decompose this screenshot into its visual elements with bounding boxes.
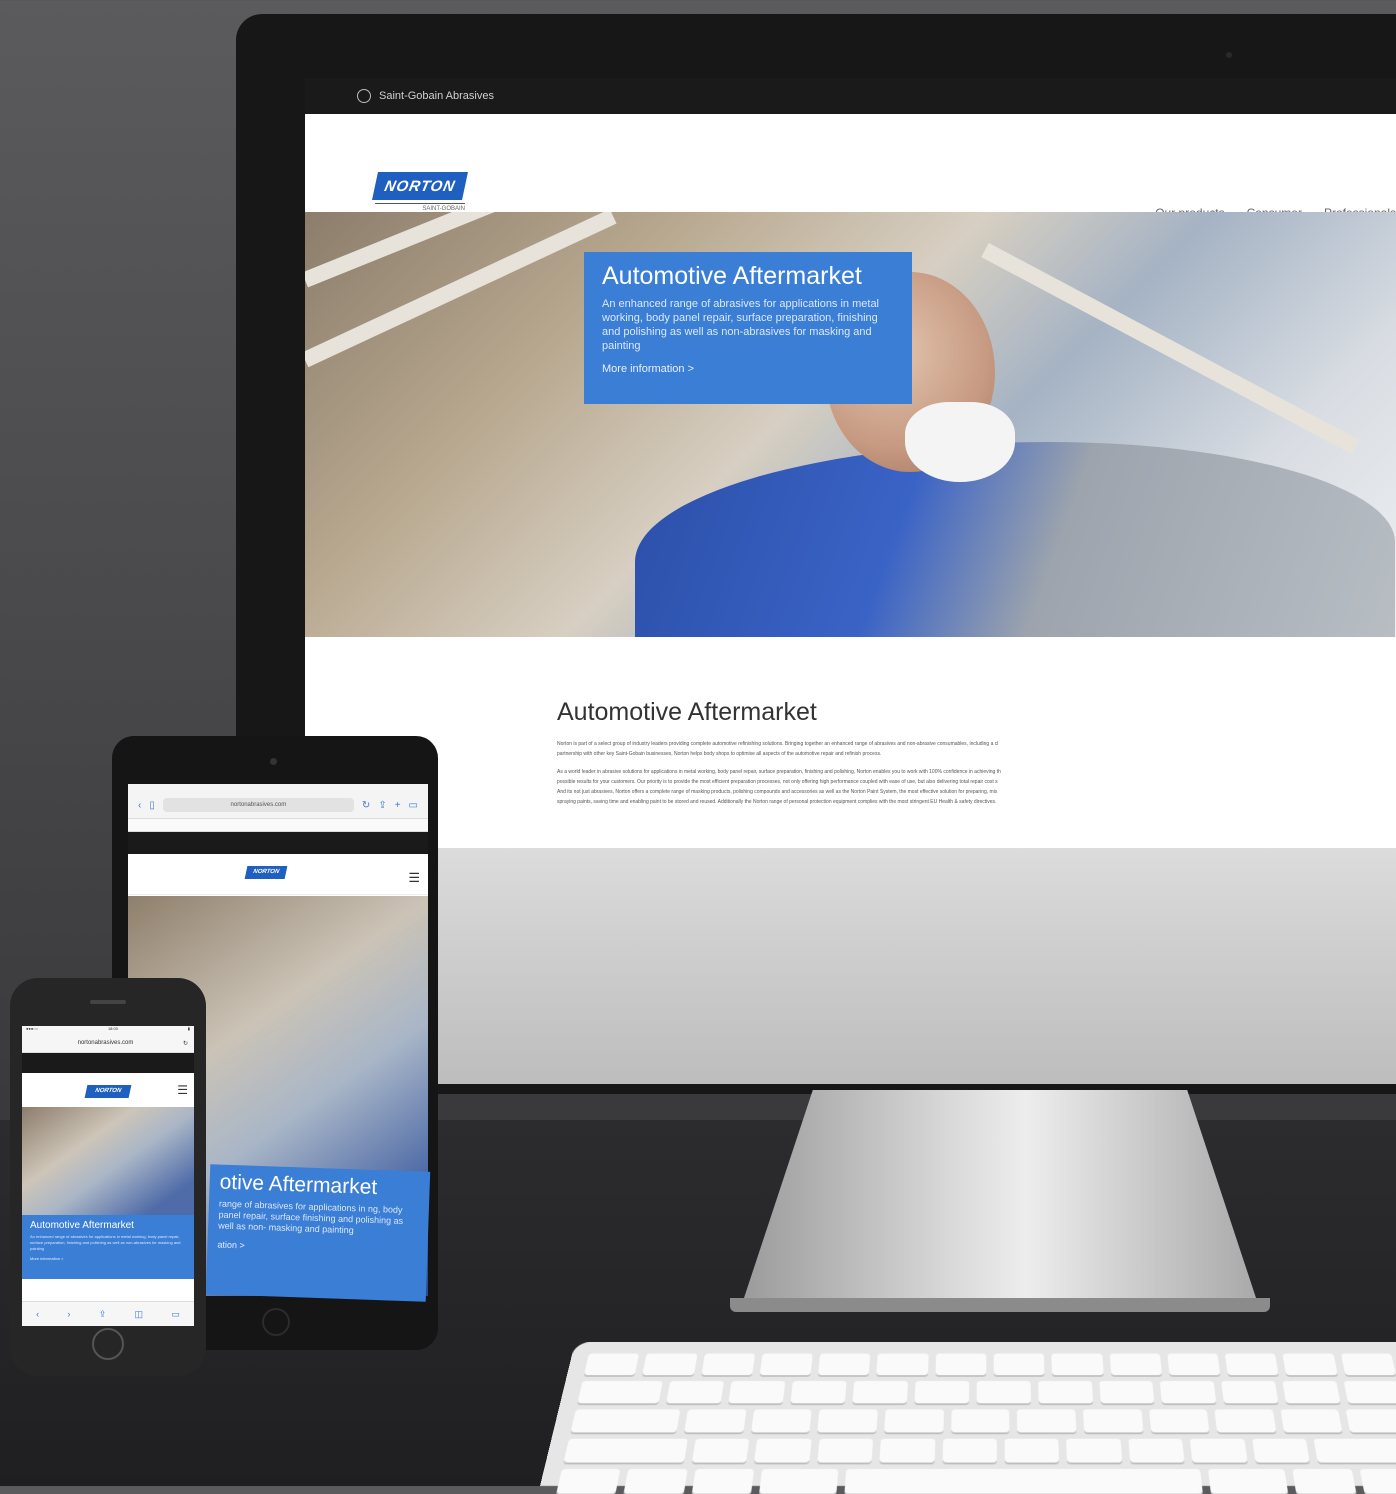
signal-icon: ●●●○○	[26, 1026, 39, 1031]
phone-browser-toolbar: ‹ › ⇪ ◫ ▭	[22, 1301, 194, 1326]
monitor-stand	[740, 1090, 1260, 1310]
phone-top-bar	[22, 1053, 194, 1073]
topbar-label[interactable]: Saint-Gobain Abrasives	[379, 90, 494, 102]
phone-hero-description: An enhanced range of abrasives for appli…	[30, 1234, 181, 1251]
tablet-top-bar	[128, 832, 428, 854]
hamburger-menu-icon[interactable]: ☰	[177, 1083, 188, 1097]
phone-site-header: NORTON ☰	[22, 1073, 194, 1107]
camera-icon	[270, 758, 277, 765]
tablet-hero-card: otive Aftermarket range of abrasives for…	[205, 1164, 431, 1302]
phone-hero-more-link[interactable]: More information >	[30, 1256, 186, 1261]
tablet-status-bar	[128, 784, 428, 792]
site-header: NORTON SAINT-GOBAIN Our products Consume…	[305, 114, 1396, 220]
article-paragraph: Norton is part of a select group of indu…	[557, 741, 999, 747]
keyboard	[540, 1342, 1396, 1494]
tablet-hero-more-link[interactable]: ation >	[217, 1240, 417, 1257]
forward-icon[interactable]: ›	[67, 1309, 70, 1319]
speaker-grille	[90, 1000, 126, 1004]
article-paragraph: As a world leader in abrasive solutions …	[557, 769, 1001, 775]
article-paragraph: partnership with other key Saint-Gobain …	[557, 751, 882, 757]
home-button-icon[interactable]	[262, 1308, 290, 1336]
monitor-stand-base	[730, 1298, 1270, 1312]
hero-card: Automotive Aftermarket An enhanced range…	[584, 252, 912, 404]
share-icon[interactable]: ⇪	[378, 800, 386, 811]
share-icon[interactable]: ⇪	[99, 1309, 107, 1320]
hero-image: Automotive Aftermarket An enhanced range…	[305, 212, 1396, 637]
phone-time: 18:00	[107, 1026, 118, 1031]
refresh-icon[interactable]: ↻	[183, 1040, 188, 1047]
logo-subtext: SAINT-GOBAIN	[375, 203, 465, 212]
hero-more-link[interactable]: More information >	[602, 363, 894, 375]
phone-status-bar: ●●●○○ 18:00 ▮	[22, 1026, 194, 1034]
home-button-icon[interactable]	[92, 1328, 124, 1360]
phone-url-field[interactable]: nortonabrasives.com	[78, 1040, 134, 1046]
top-bar: Saint-Gobain Abrasives	[305, 78, 1396, 114]
logo-wordmark: NORTON	[372, 172, 468, 200]
tablet-bookmark-bar	[128, 819, 428, 832]
article-paragraph: spraying paints, saving time and enablin…	[557, 799, 997, 805]
tablet-url-field[interactable]: nortonabrasives.com	[162, 798, 354, 812]
back-icon[interactable]: ‹	[138, 800, 141, 811]
tabs-icon[interactable]: ▭	[171, 1309, 180, 1320]
tabs-icon[interactable]: ▭	[409, 800, 418, 811]
hero-description: An enhanced range of abrasives for appli…	[602, 298, 880, 352]
add-tab-icon[interactable]: +	[395, 800, 401, 811]
tablet-browser-bar: ‹ ▯ nortonabrasives.com ↻ ⇪ + ▭	[128, 792, 428, 819]
phone-hero-image	[22, 1107, 194, 1215]
phone-screen: ●●●○○ 18:00 ▮ nortonabrasives.com ↻ NORT…	[22, 1026, 194, 1326]
phone-hero-card: Automotive Aftermarket An enhanced range…	[22, 1215, 194, 1279]
hamburger-menu-icon[interactable]: ☰	[408, 870, 420, 886]
norton-logo[interactable]: NORTON	[244, 866, 288, 879]
phone-browser-bar: nortonabrasives.com ↻	[22, 1034, 194, 1053]
refresh-icon[interactable]: ↻	[362, 800, 370, 811]
norton-logo[interactable]: NORTON	[84, 1085, 132, 1098]
camera-icon	[1226, 52, 1232, 58]
article-paragraph: And its not just abrasives, Norton offer…	[557, 789, 998, 795]
phone-hero-title: Automotive Aftermarket	[30, 1220, 134, 1231]
tablet-hero-title: otive Aftermarket	[219, 1170, 378, 1200]
back-icon[interactable]: ‹	[36, 1309, 39, 1319]
article-title: Automotive Aftermarket	[557, 698, 817, 726]
worker-mask	[905, 402, 1015, 482]
bookmarks-icon[interactable]: ◫	[135, 1309, 144, 1320]
phone-device: ●●●○○ 18:00 ▮ nortonabrasives.com ↻ NORT…	[10, 978, 206, 1376]
article-section: Automotive Aftermarket Norton is part of…	[557, 698, 1396, 815]
norton-logo[interactable]: NORTON SAINT-GOBAIN	[372, 172, 468, 212]
book-icon[interactable]: ▯	[149, 800, 155, 811]
ceiling-beam	[305, 212, 617, 368]
tablet-site-header: NORTON ☰	[128, 854, 428, 895]
hero-title: Automotive Aftermarket	[602, 262, 862, 290]
ceiling-beam	[981, 242, 1360, 455]
globe-icon	[357, 89, 371, 103]
worker-body	[635, 442, 1395, 637]
tablet-hero-description: range of abrasives for applications in n…	[218, 1198, 404, 1236]
battery-icon: ▮	[187, 1026, 190, 1031]
article-paragraph: possible results for your customers. Our…	[557, 779, 998, 785]
desktop-screen: Saint-Gobain Abrasives NORTON SAINT-GOBA…	[305, 78, 1396, 848]
